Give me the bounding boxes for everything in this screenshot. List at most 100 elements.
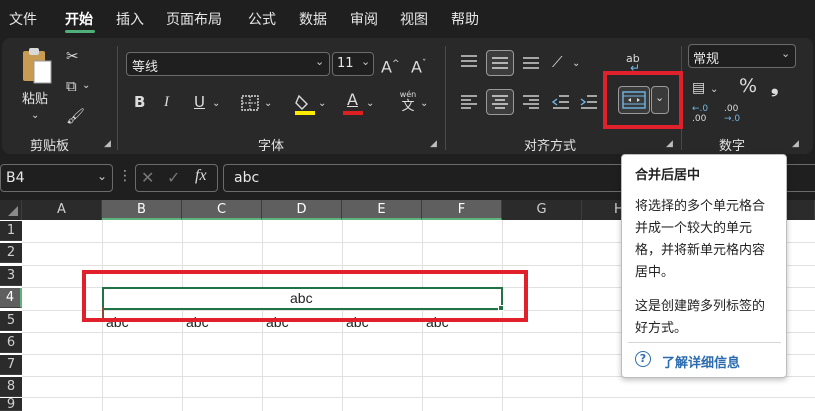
enter-icon[interactable]: ✓ bbox=[167, 168, 180, 187]
alignment-launcher-icon[interactable]: ◢ bbox=[666, 139, 673, 149]
name-box[interactable]: B4 ⌄ bbox=[0, 164, 113, 192]
tooltip-body-line: 并成一个较大的单元 bbox=[635, 221, 753, 236]
menu-review[interactable]: 审阅 bbox=[350, 9, 378, 29]
ribbon: 粘贴 ⌄ ✂ ⧉ ⌄ 🖌 剪贴板 ◢ 等线 ⌄ 11 ⌄ A^ Aˇ B I U… bbox=[0, 36, 815, 156]
chevron-down-icon[interactable]: ⌄ bbox=[366, 94, 374, 114]
formula-actions: ✕ ✓ fx bbox=[135, 164, 218, 192]
chevron-down-icon[interactable]: ⌄ bbox=[212, 94, 220, 114]
help-icon[interactable]: ? bbox=[635, 351, 651, 367]
font-color-letter: A bbox=[347, 90, 358, 109]
row-header-5[interactable]: 5 bbox=[0, 311, 22, 331]
paste-label[interactable]: 粘贴 bbox=[22, 88, 48, 107]
chevron-down-icon[interactable]: ⌄ bbox=[420, 94, 428, 114]
chevron-down-icon[interactable]: ⌄ bbox=[264, 94, 272, 114]
phonetic-char: 文 bbox=[401, 99, 415, 114]
decrease-font-size-icon[interactable]: Aˇ bbox=[411, 54, 426, 77]
menu-help[interactable]: 帮助 bbox=[451, 9, 479, 29]
menu-page-layout[interactable]: 页面布局 bbox=[166, 9, 222, 29]
chevron-down-icon: ⌄ bbox=[781, 47, 791, 60]
row-header-1[interactable]: 1 bbox=[0, 221, 22, 241]
menu-insert[interactable]: 插入 bbox=[116, 9, 144, 29]
comma-style-icon[interactable]: ❟ bbox=[771, 76, 778, 96]
chevron-down-icon[interactable]: ⌄ bbox=[710, 80, 718, 100]
column-header-a[interactable]: A bbox=[22, 200, 102, 220]
copy-dropdown-icon[interactable]: ⌄ bbox=[82, 76, 90, 96]
more-options-icon[interactable]: ⋮ bbox=[118, 168, 132, 184]
learn-more-link[interactable]: 了解详细信息 bbox=[662, 352, 740, 371]
cancel-icon[interactable]: ✕ bbox=[141, 168, 154, 187]
cut-icon[interactable]: ✂ bbox=[66, 46, 79, 66]
merge-center-tooltip: 合并后居中 将选择的多个单元格合 并成一个较大的单元 格，并将新单元格内容 居中… bbox=[621, 154, 787, 378]
select-all-corner[interactable] bbox=[0, 200, 22, 220]
font-size-select[interactable]: 11 ⌄ bbox=[332, 52, 374, 76]
tooltip-body-line: 这是创建跨多列标签的 bbox=[635, 299, 766, 314]
font-color-swatch bbox=[343, 111, 363, 115]
row-header-7[interactable]: 7 bbox=[0, 355, 22, 375]
formula-input-value: abc bbox=[234, 170, 260, 186]
column-header-f[interactable]: F bbox=[422, 200, 502, 220]
percent-icon[interactable]: % bbox=[739, 76, 757, 96]
tooltip-body-line: 将选择的多个单元格合 bbox=[635, 199, 766, 214]
phonetic-guide-icon[interactable]: wén 文 bbox=[395, 90, 421, 116]
row-header-6[interactable]: 6 bbox=[0, 333, 22, 353]
gridline bbox=[22, 397, 815, 398]
column-header-e[interactable]: E bbox=[342, 200, 422, 220]
font-color-icon[interactable]: A bbox=[342, 90, 364, 116]
align-right-icon[interactable] bbox=[520, 92, 542, 112]
fill-color-icon[interactable] bbox=[293, 92, 317, 116]
increase-font-size-icon[interactable]: A^ bbox=[381, 54, 400, 77]
accounting-format-icon[interactable]: ▤ bbox=[692, 78, 705, 98]
italic-button[interactable]: I bbox=[164, 92, 169, 112]
font-name-select[interactable]: 等线 ⌄ bbox=[126, 52, 330, 76]
font-launcher-icon[interactable]: ◢ bbox=[430, 139, 437, 149]
name-box-value: B4 bbox=[6, 170, 25, 186]
row-header-4[interactable]: 4 bbox=[0, 288, 22, 308]
align-middle-button[interactable] bbox=[486, 50, 514, 76]
paste-icon[interactable] bbox=[20, 46, 54, 86]
align-top-icon[interactable] bbox=[458, 52, 480, 72]
column-header-b[interactable]: B bbox=[102, 200, 182, 220]
active-tab-indicator bbox=[65, 30, 95, 33]
row-header-3[interactable]: 3 bbox=[0, 266, 22, 286]
menu-file[interactable]: 文件 bbox=[9, 9, 37, 29]
menu-view[interactable]: 视图 bbox=[400, 9, 428, 29]
insert-function-icon[interactable]: fx bbox=[195, 167, 207, 185]
divider bbox=[445, 46, 446, 150]
copy-icon[interactable]: ⧉ bbox=[66, 76, 77, 96]
orientation-icon[interactable]: ⟋ bbox=[552, 52, 563, 72]
row-header-8[interactable]: 8 bbox=[0, 377, 22, 397]
row-header-2[interactable]: 2 bbox=[0, 243, 22, 263]
underline-button[interactable]: U bbox=[194, 92, 205, 112]
align-bottom-icon[interactable] bbox=[520, 52, 542, 72]
align-left-icon[interactable] bbox=[458, 92, 480, 112]
number-format-value: 常规 bbox=[693, 52, 720, 67]
font-name-value: 等线 bbox=[132, 60, 159, 75]
column-header-g[interactable]: G bbox=[502, 200, 582, 220]
menu-formulas[interactable]: 公式 bbox=[248, 9, 276, 29]
menu-home[interactable]: 开始 bbox=[65, 9, 93, 29]
align-center-button[interactable] bbox=[486, 89, 514, 115]
paste-dropdown-icon[interactable]: ⌄ bbox=[31, 106, 39, 126]
column-header-c[interactable]: C bbox=[182, 200, 262, 220]
chevron-down-icon[interactable]: ⌄ bbox=[572, 54, 580, 74]
select-all-icon bbox=[8, 206, 18, 216]
format-painter-icon[interactable]: 🖌 bbox=[66, 106, 85, 126]
clipboard-launcher-icon[interactable]: ◢ bbox=[104, 139, 111, 149]
decrease-indent-icon[interactable] bbox=[550, 92, 572, 112]
menu-data[interactable]: 数据 bbox=[299, 9, 327, 29]
tooltip-body-line: 居中。 bbox=[635, 265, 675, 280]
align-middle-icon bbox=[492, 57, 508, 69]
row-header-9[interactable]: 9 bbox=[0, 398, 22, 411]
borders-icon[interactable] bbox=[240, 94, 260, 112]
chevron-down-icon[interactable]: ⌄ bbox=[318, 94, 326, 114]
ribbon-panel: 粘贴 ⌄ ✂ ⧉ ⌄ 🖌 剪贴板 ◢ 等线 ⌄ 11 ⌄ A^ Aˇ B I U… bbox=[2, 38, 813, 154]
clipboard-group-label: 剪贴板 bbox=[30, 139, 70, 154]
chevron-down-icon: ⌄ bbox=[97, 169, 108, 183]
decrease-decimal-icon[interactable]: .00 →.0 bbox=[724, 104, 746, 126]
column-header-d[interactable]: D bbox=[262, 200, 342, 220]
increase-indent-icon[interactable] bbox=[578, 92, 600, 112]
number-format-select[interactable]: 常规 ⌄ bbox=[688, 44, 796, 68]
bold-button[interactable]: B bbox=[134, 92, 145, 112]
number-launcher-icon[interactable]: ◢ bbox=[792, 139, 799, 149]
increase-decimal-icon[interactable]: ←.0 .00 bbox=[692, 104, 714, 126]
